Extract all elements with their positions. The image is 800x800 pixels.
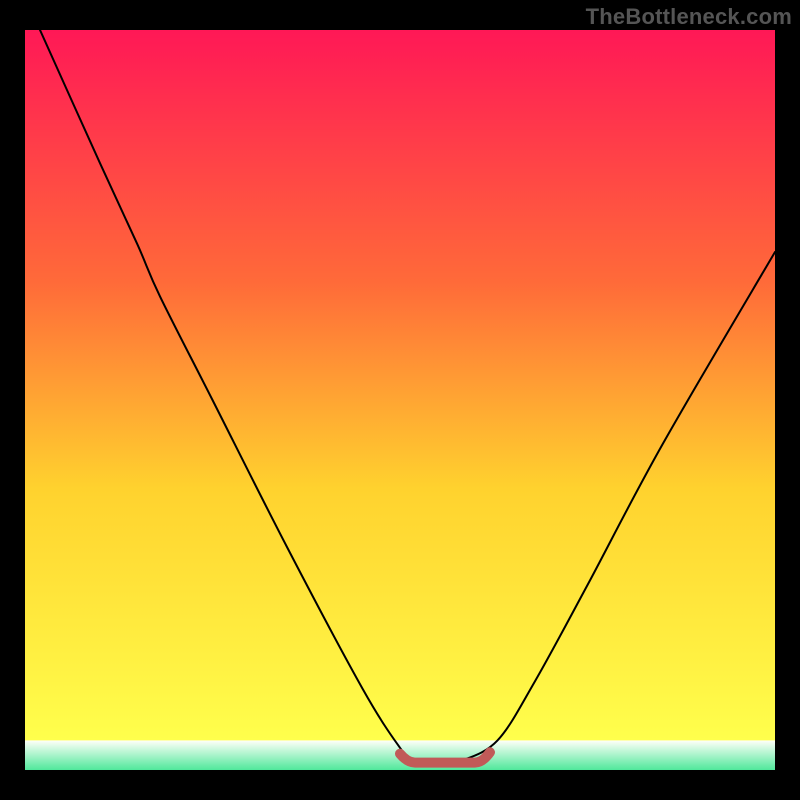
chart-stage: TheBottleneck.com [0,0,800,800]
chart-gradient-background [25,30,775,770]
bottleneck-chart [0,0,800,800]
watermark-text: TheBottleneck.com [586,4,792,30]
